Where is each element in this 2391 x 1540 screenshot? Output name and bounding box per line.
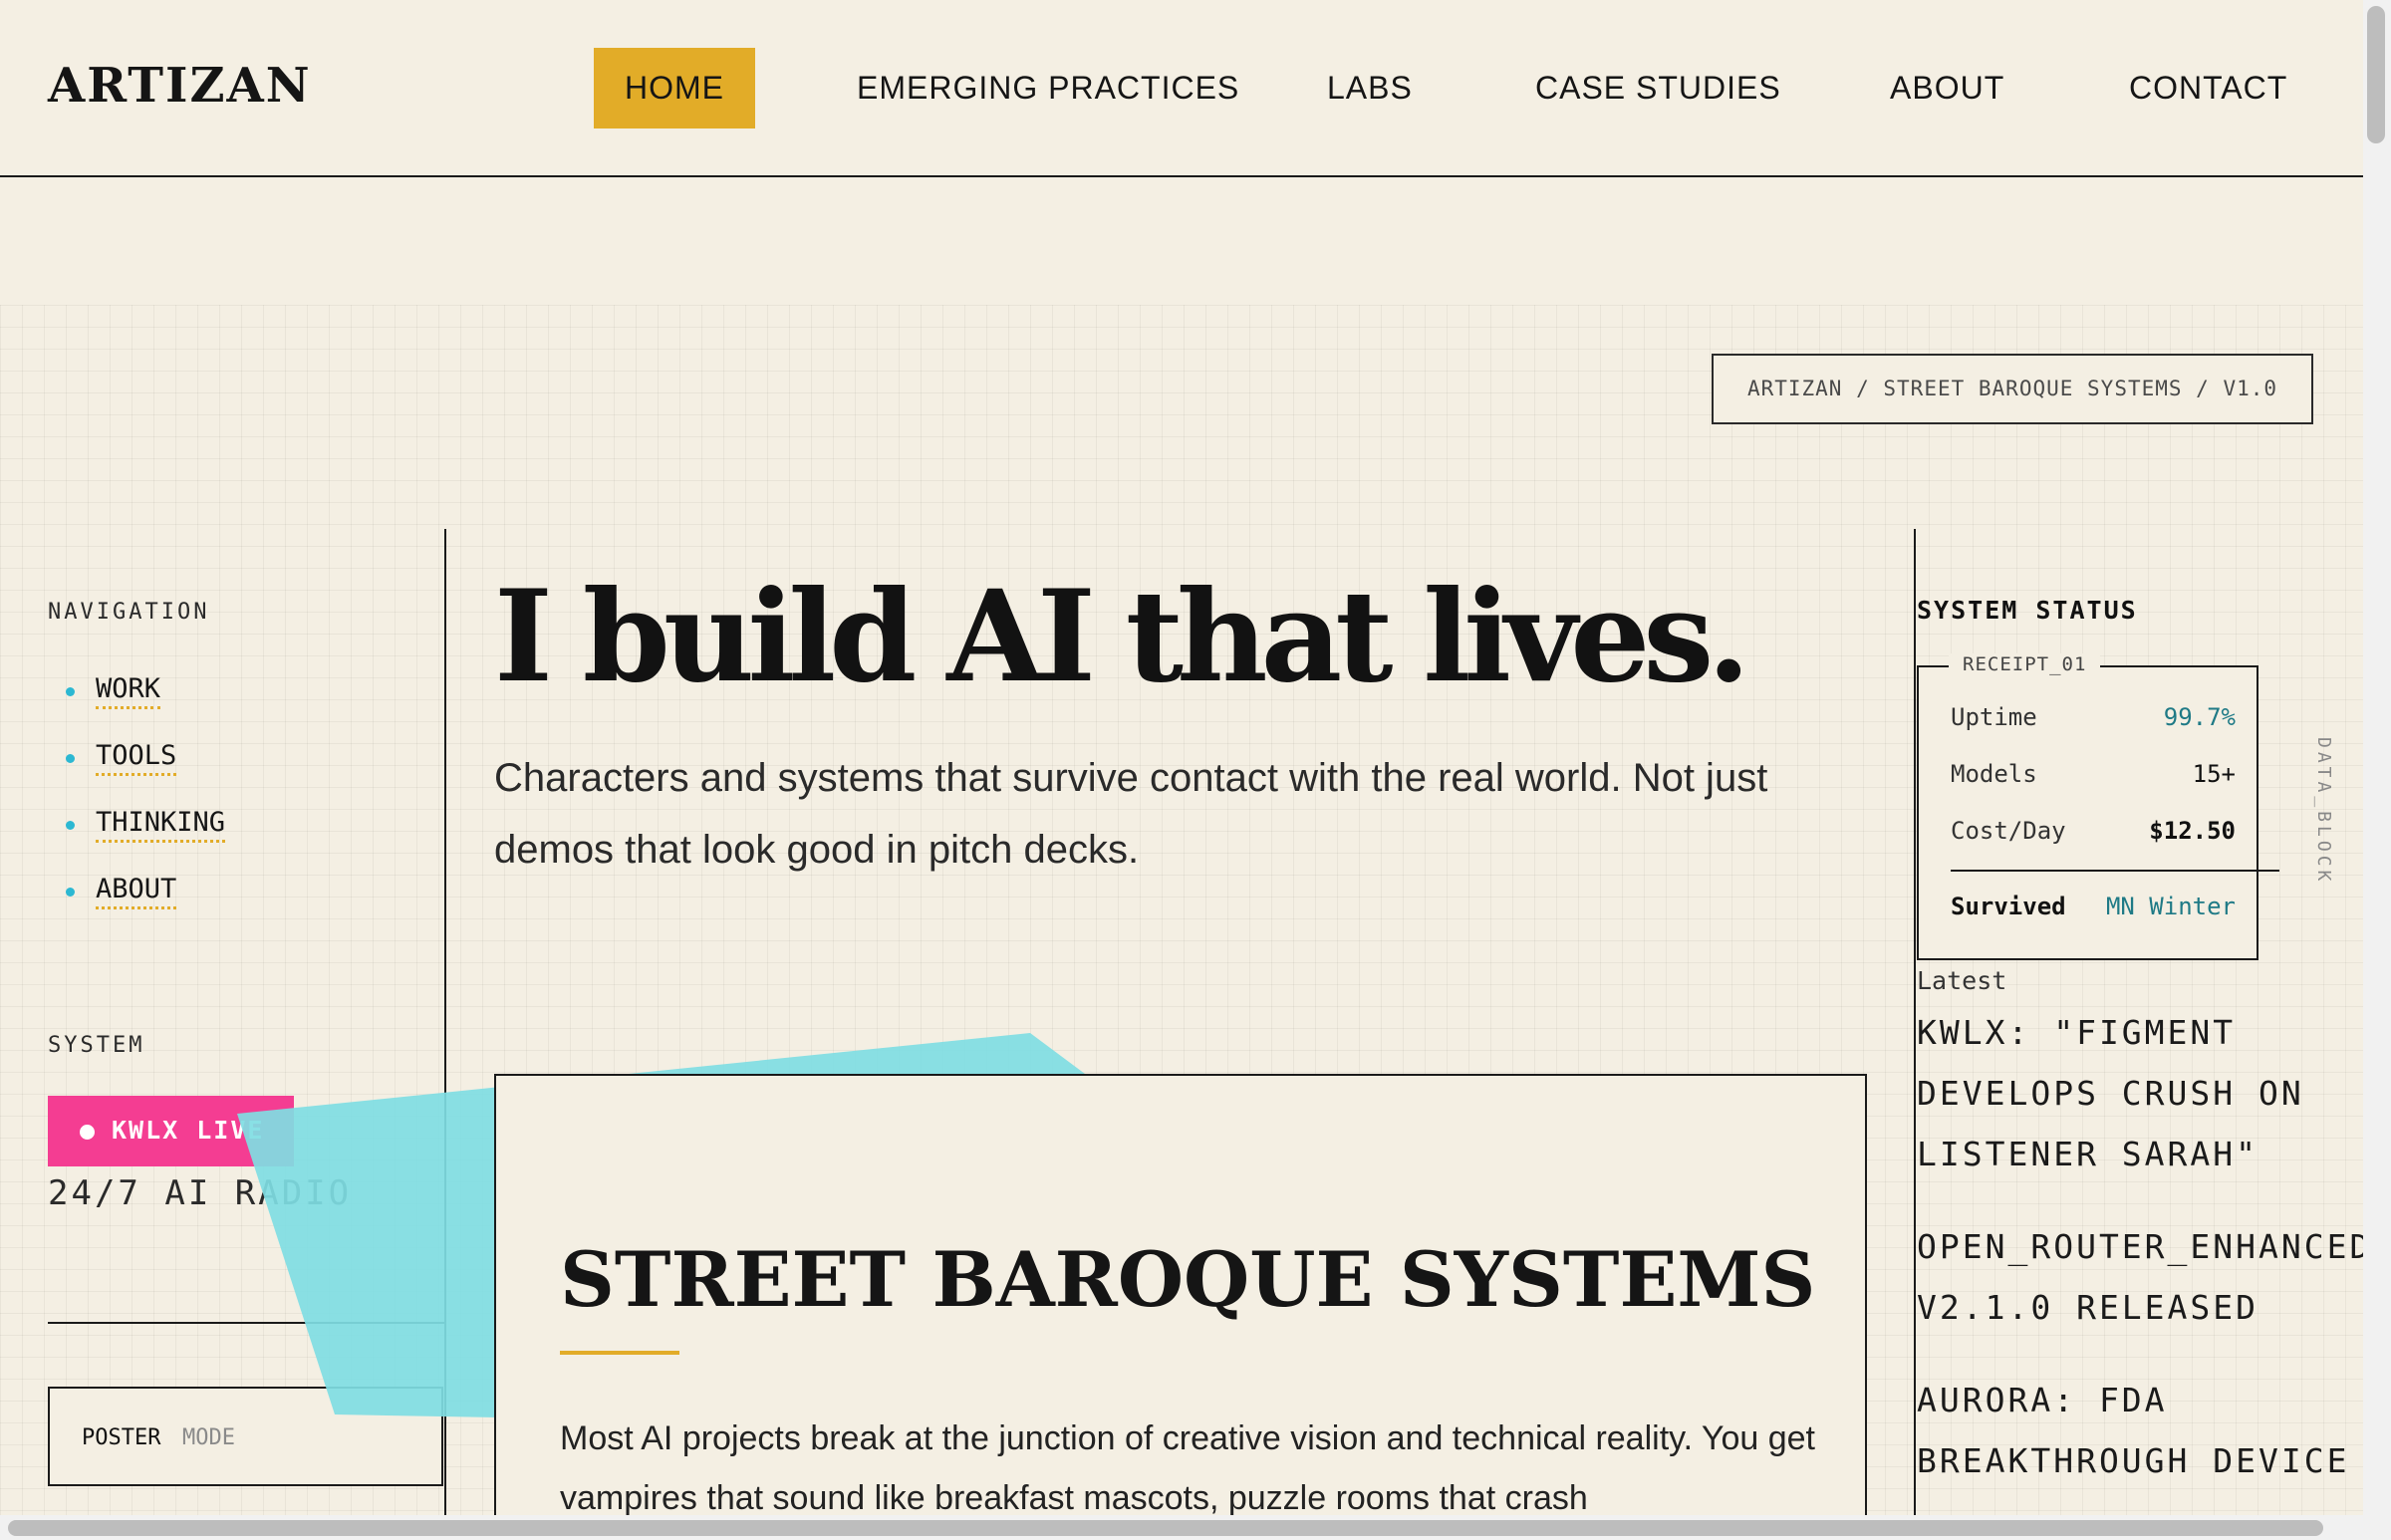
news-item[interactable]: AURORA: FDA BREAKTHROUGH DEVICE [1917, 1370, 2363, 1491]
news-item[interactable]: KWLX: "FIGMENT DEVELOPS CRUSH ON LISTENE… [1917, 1002, 2363, 1184]
news-item[interactable]: OPEN_ROUTER_ENHANCED: V2.1.0 RELEASED [1917, 1216, 2363, 1338]
horizontal-scrollbar-thumb[interactable] [8, 1520, 2323, 1536]
vertical-scrollbar-thumb[interactable] [2367, 6, 2385, 143]
news-clip: KWLX: "FIGMENT DEVELOPS CRUSH ON LISTENE… [0, 0, 2363, 1515]
vertical-scrollbar-track[interactable] [2363, 0, 2391, 1515]
page: ARTIZAN HOME EMERGING PRACTICES LABS CAS… [0, 0, 2391, 1540]
